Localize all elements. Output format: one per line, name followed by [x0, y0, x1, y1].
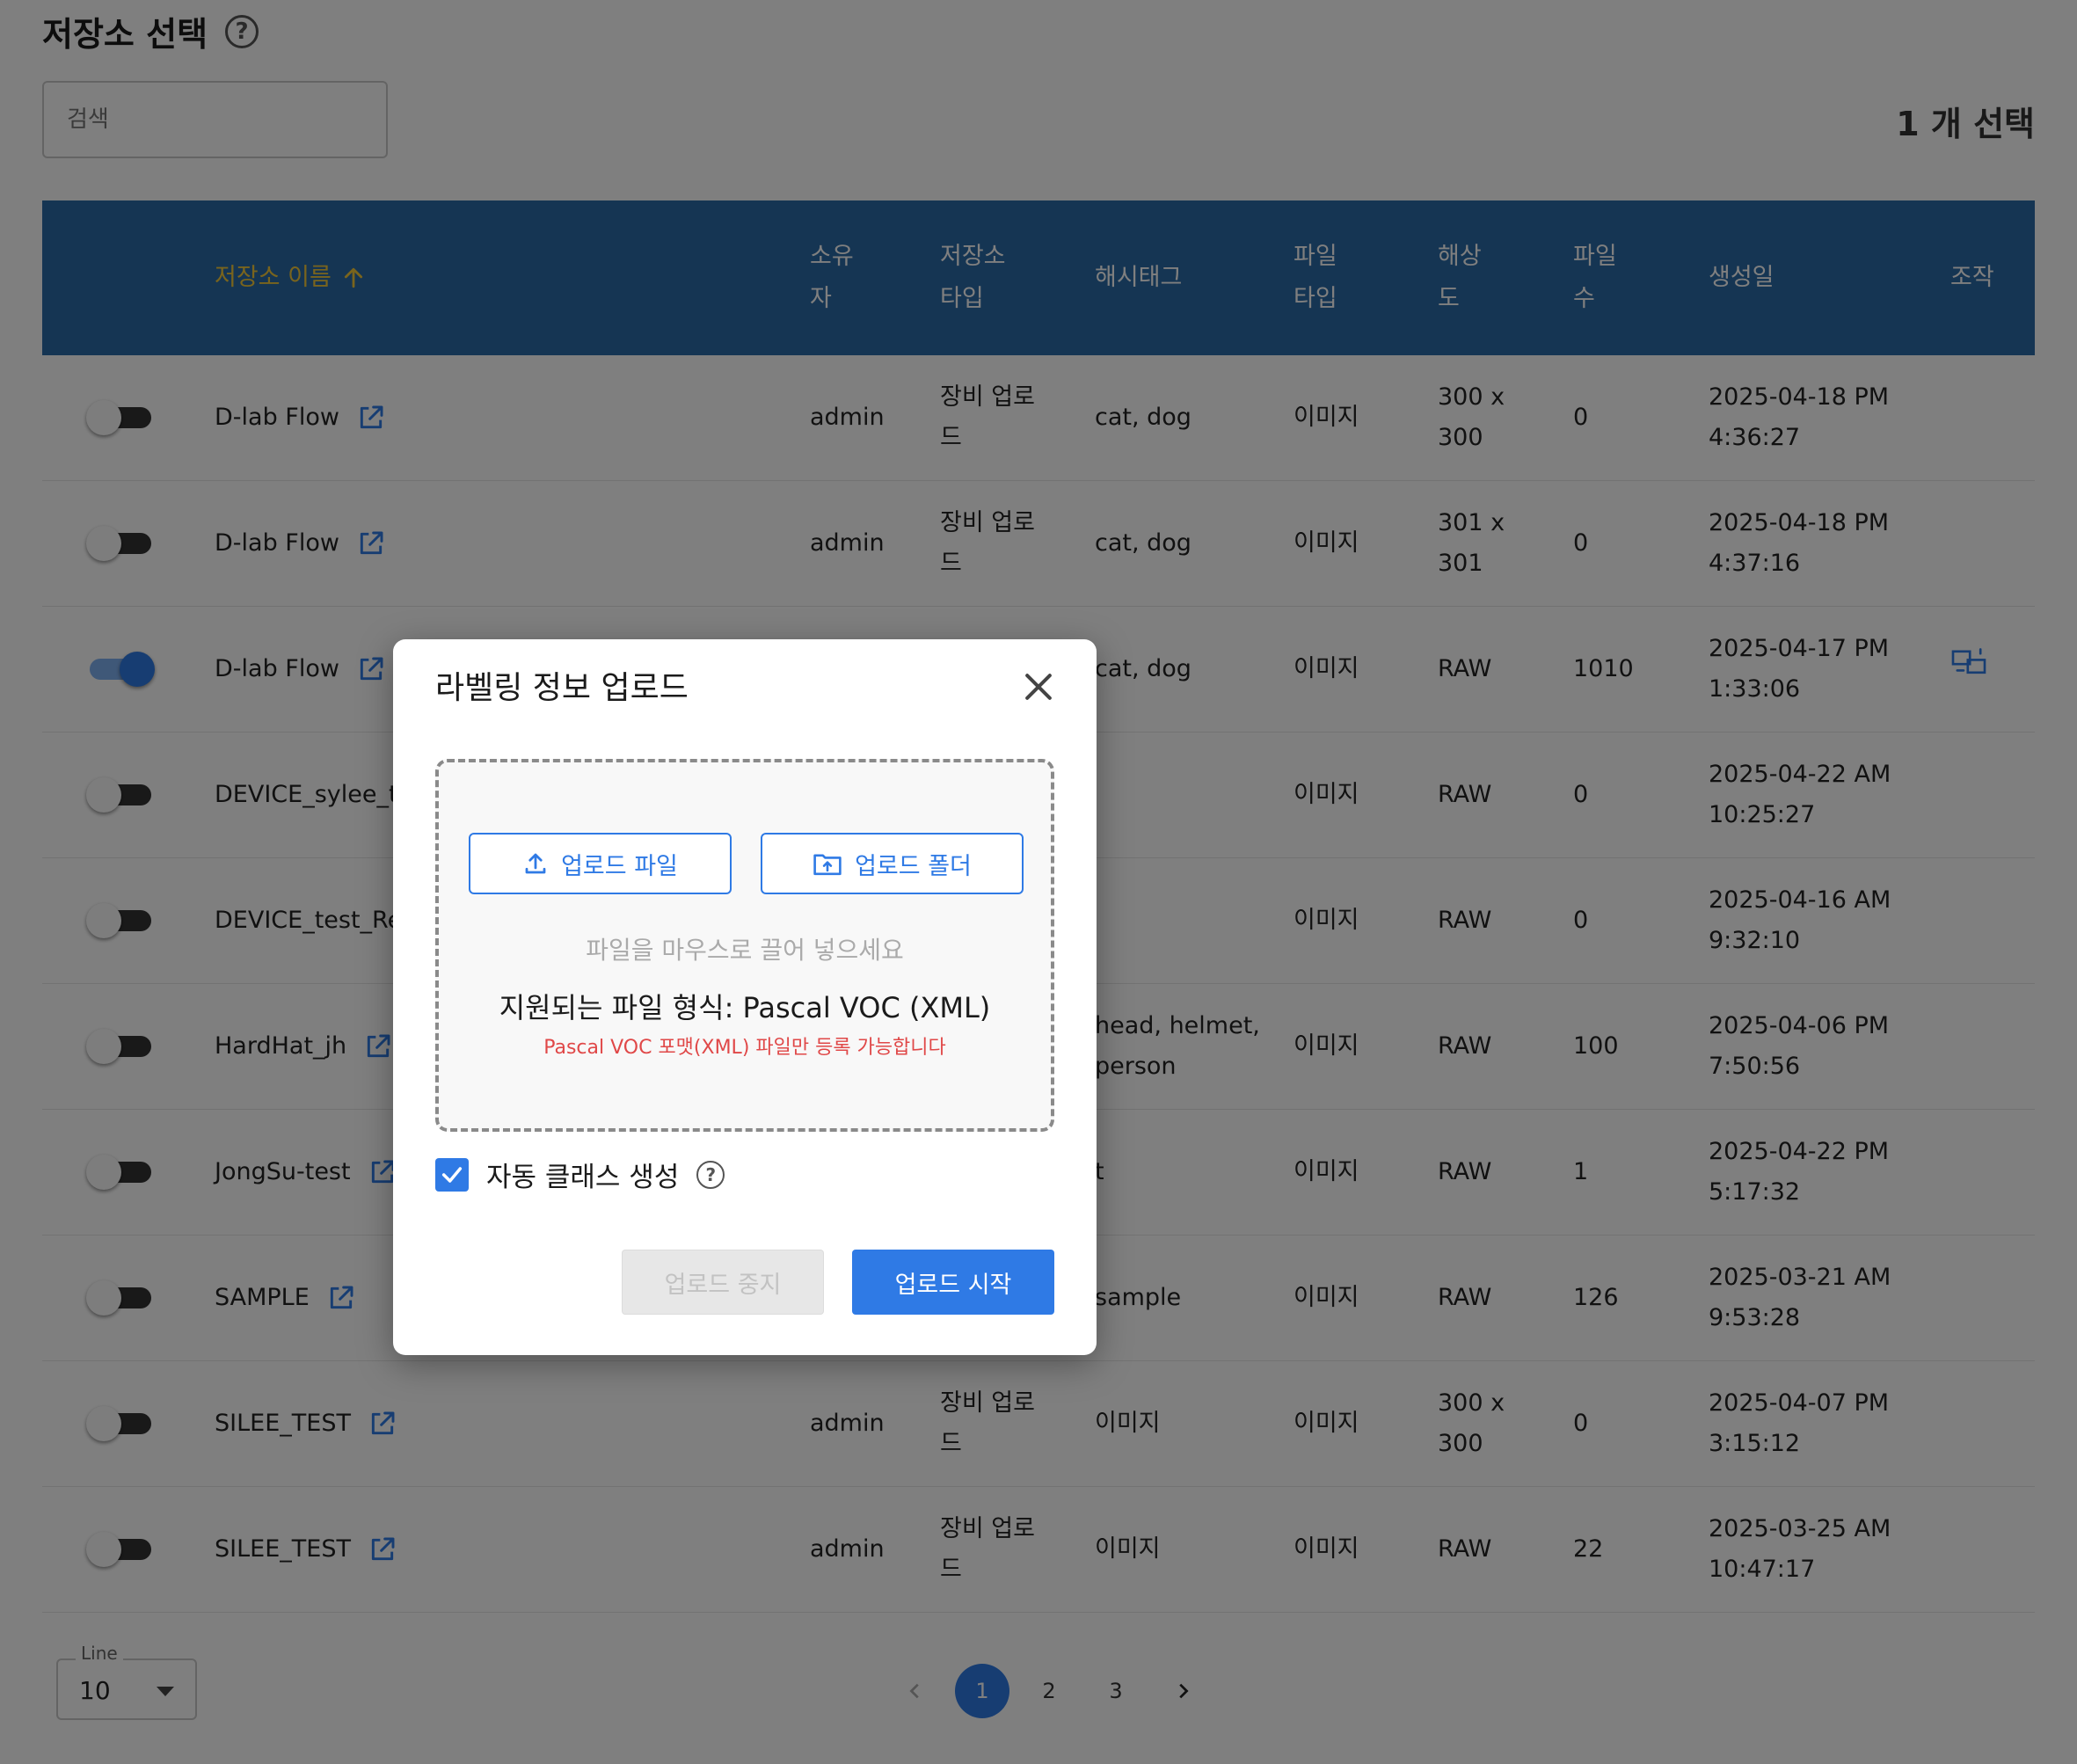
- checkmark-icon: [441, 1166, 463, 1183]
- auto-class-option: 자동 클래스 생성 ?: [435, 1155, 725, 1194]
- file-dropzone[interactable]: 업로드 파일 업로드 폴더 파일을 마우스로 끌어 넣으세요 지원되는 파일 형…: [435, 759, 1054, 1132]
- close-icon: [1025, 674, 1052, 700]
- auto-class-label: 자동 클래스 생성: [486, 1162, 680, 1193]
- upload-folder-button[interactable]: 업로드 폴더: [761, 833, 1024, 894]
- close-button[interactable]: [1019, 667, 1058, 706]
- upload-file-button[interactable]: 업로드 파일: [469, 833, 732, 894]
- format-warning: Pascal VOC 포맷(XML) 파일만 등록 가능합니다: [543, 1037, 946, 1059]
- supported-format-text: 지원되는 파일 형식: Pascal VOC (XML): [499, 991, 991, 1024]
- upload-folder-label: 업로드 폴더: [855, 852, 972, 880]
- label-upload-dialog: 라벨링 정보 업로드 업로드 파일 업로드 폴더 파일을 마우스로 끌어 넣으세…: [393, 639, 1097, 1355]
- auto-class-checkbox[interactable]: [435, 1157, 469, 1192]
- upload-icon: [525, 853, 546, 874]
- drop-hint: 파일을 마우스로 끌어 넣으세요: [586, 936, 904, 965]
- auto-class-help-icon[interactable]: ?: [696, 1160, 725, 1189]
- start-upload-button[interactable]: 업로드 시작: [852, 1250, 1054, 1315]
- dialog-title: 라벨링 정보 업로드: [435, 670, 689, 706]
- upload-file-label: 업로드 파일: [561, 852, 678, 880]
- folder-upload-icon: [813, 854, 842, 876]
- stop-upload-button[interactable]: 업로드 중지: [622, 1250, 824, 1315]
